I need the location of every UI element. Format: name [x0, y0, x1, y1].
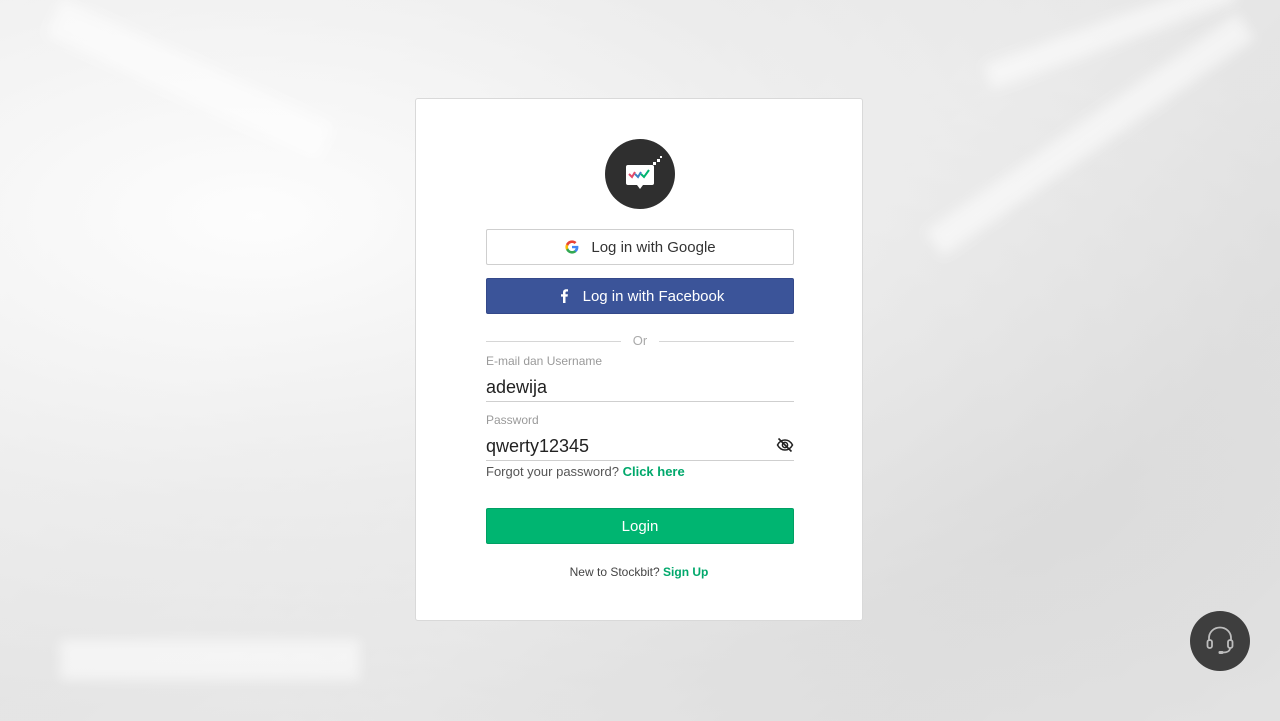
divider-line-right	[659, 341, 794, 342]
stockbit-logo-icon	[605, 139, 675, 209]
email-field: E-mail dan Username adewija	[486, 354, 794, 402]
password-label: Password	[486, 413, 539, 427]
signup-prompt: New to Stockbit? Sign Up	[416, 565, 862, 579]
facebook-icon	[556, 288, 572, 304]
email-input[interactable]: adewija	[486, 376, 794, 402]
eye-off-icon[interactable]	[776, 436, 794, 454]
support-chat-button[interactable]	[1190, 611, 1250, 671]
forgot-password: Forgot your password? Click here	[486, 464, 685, 479]
login-button[interactable]: Login	[486, 508, 794, 544]
signup-link[interactable]: Sign Up	[663, 565, 708, 579]
login-button-label: Login	[621, 517, 659, 535]
headset-icon	[1203, 622, 1237, 661]
forgot-text: Forgot your password?	[486, 464, 619, 479]
or-divider: Or	[486, 333, 794, 349]
google-login-label: Log in with Google	[591, 238, 716, 256]
email-label: E-mail dan Username	[486, 354, 603, 368]
password-input[interactable]: qwerty12345	[486, 435, 794, 461]
facebook-login-button[interactable]: Log in with Facebook	[486, 278, 794, 314]
forgot-password-link[interactable]: Click here	[623, 464, 685, 479]
google-login-button[interactable]: Log in with Google	[486, 229, 794, 265]
facebook-login-label: Log in with Facebook	[582, 287, 725, 305]
signup-text: New to Stockbit?	[569, 565, 660, 579]
password-field: Password qwerty12345	[486, 413, 794, 461]
password-value: qwerty12345	[486, 436, 590, 456]
google-icon	[564, 239, 580, 255]
login-card: Log in with Google Log in with Facebook …	[415, 98, 863, 621]
